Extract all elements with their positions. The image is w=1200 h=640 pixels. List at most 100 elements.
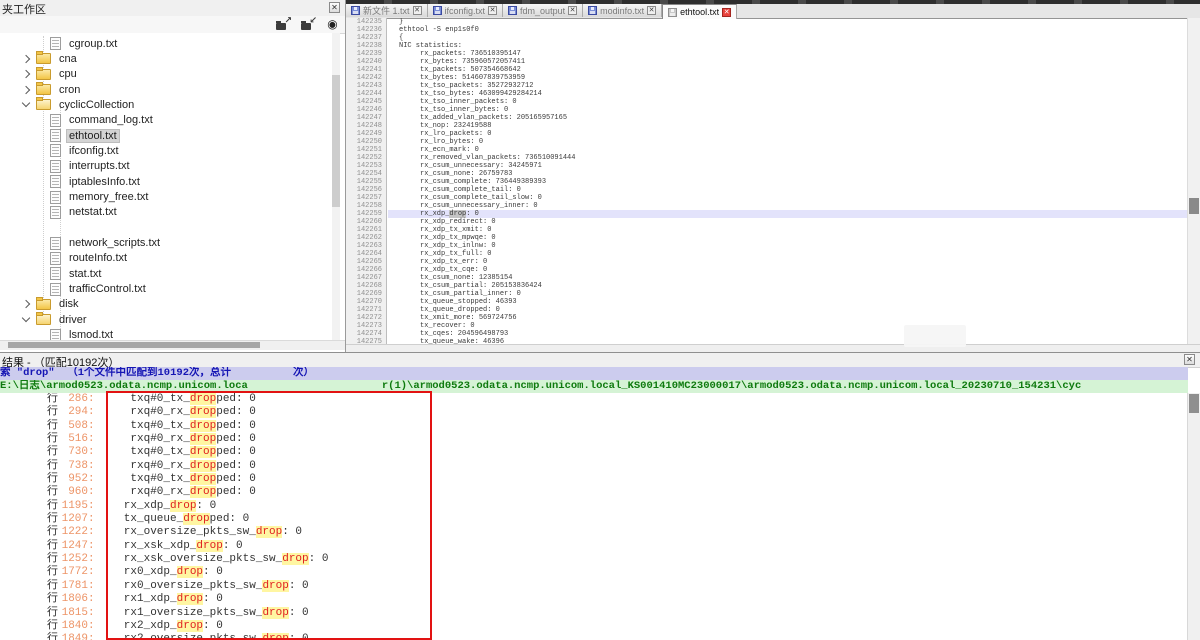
panel-splitter[interactable] [339,0,346,352]
editor-line[interactable]: rx_csum_complete_tail_slow: 0 [388,194,1188,202]
editor-line[interactable]: rx_csum_complete: 736449389393 [388,178,1188,186]
tab-close-icon[interactable]: ✕ [568,6,577,15]
tree-item-netstat-txt[interactable]: netstat.txt [0,205,120,220]
tree-item-cgroup-txt[interactable]: cgroup.txt [0,36,120,51]
editor-line[interactable]: tx_tso_bytes: 463099429284214 [388,90,1188,98]
result-row[interactable]: 行1247: rx_xsk_xdp_drop: 0 [0,540,1188,553]
editor-line[interactable]: tx_added_vlan_packets: 205165957165 [388,114,1188,122]
editor-line[interactable]: rx_removed_vlan_packets: 736510091444 [388,154,1188,162]
editor-line[interactable]: tx_tso_inner_packets: 0 [388,98,1188,106]
editor-line[interactable]: rx_xdp_tx_cqe: 0 [388,266,1188,274]
editor-line[interactable]: NIC statistics: [388,42,1188,50]
tab--1-txt[interactable]: 新文件 1.txt✕ [346,4,428,17]
result-row[interactable]: 行1222: rx_oversize_pkts_sw_drop: 0 [0,526,1188,539]
chevron-right-icon[interactable] [22,70,30,78]
editor-line[interactable]: rx_ecn_mark: 0 [388,146,1188,154]
editor-line[interactable]: tx_csum_none: 12385154 [388,274,1188,282]
code-area[interactable]: }ethtool -S enp1s0f0{NIC statistics: rx_… [388,18,1188,346]
editor-line[interactable]: rx_xdp_tx_err: 0 [388,258,1188,266]
result-row[interactable]: 行1772: rx0_xdp_drop: 0 [0,566,1188,579]
editor-line[interactable]: tx_bytes: 514607839753959 [388,74,1188,82]
editor[interactable]: 1422351422361422371422381422391422401422… [346,18,1188,346]
tree-item-network-scripts-txt[interactable]: network_scripts.txt [0,236,163,251]
tree-item-ifconfig-txt[interactable]: ifconfig.txt [0,143,122,158]
tree-item-interrupts-txt[interactable]: interrupts.txt [0,159,133,174]
editor-line[interactable]: tx_nop: 232419588 [388,122,1188,130]
editor-line[interactable]: tx_tso_packets: 35272932712 [388,82,1188,90]
editor-line[interactable]: rx_csum_unnecessary_inner: 0 [388,202,1188,210]
chevron-down-icon[interactable] [22,314,30,322]
tab-ethtool-txt[interactable]: ethtool.txt✕ [662,4,737,19]
editor-line[interactable]: rx_csum_none: 26759783 [388,170,1188,178]
chevron-right-icon[interactable] [22,55,30,63]
tree-item-ethtool-txt[interactable]: ethtool.txt [0,128,120,143]
editor-line[interactable]: tx_csum_partial_inner: 0 [388,290,1188,298]
scrollbar-thumb[interactable] [1189,394,1199,413]
result-row[interactable]: 行294: rxq#0_rx_dropped: 0 [0,406,1188,419]
tree-item-command-log-txt[interactable]: command_log.txt [0,113,156,128]
scrollbar-thumb[interactable] [8,342,260,348]
editor-line[interactable]: ethtool -S enp1s0f0 [388,26,1188,34]
tab-close-icon[interactable]: ✕ [722,8,731,17]
chevron-right-icon[interactable] [22,300,30,308]
editor-line[interactable]: rx_xdp_tx_mpwqe: 0 [388,234,1188,242]
result-row[interactable]: 行1207: tx_queue_dropped: 0 [0,513,1188,526]
editor-line[interactable]: { [388,34,1188,42]
result-row[interactable]: 行738: rxq#0_rx_dropped: 0 [0,460,1188,473]
editor-line[interactable]: rx_xdp_tx_full: 0 [388,250,1188,258]
result-row[interactable]: 行730: txq#0_tx_dropped: 0 [0,446,1188,459]
tree-item-trafficcontrol-txt[interactable]: trafficControl.txt [0,282,149,297]
editor-line[interactable]: tx_cqes: 204596498793 [388,330,1188,338]
result-row[interactable]: 行1840: rx2_xdp_drop: 0 [0,620,1188,633]
file-path-line[interactable]: E:\日志\armod0523.odata.ncmp.unicom.locar(… [0,380,1188,393]
result-row[interactable]: 行516: rxq#0_rx_dropped: 0 [0,433,1188,446]
result-row[interactable]: 行1815: rx1_oversize_pkts_sw_drop: 0 [0,607,1188,620]
results-scrollbar-vertical[interactable] [1187,393,1200,640]
editor-scrollbar-vertical[interactable] [1187,18,1200,345]
editor-line[interactable]: rx_packets: 736510395147 [388,50,1188,58]
editor-line[interactable]: rx_lro_bytes: 0 [388,138,1188,146]
result-row[interactable]: 行508: txq#0_tx_dropped: 0 [0,420,1188,433]
editor-line[interactable]: tx_packets: 507354668642 [388,66,1188,74]
editor-line[interactable]: rx_xdp_tx_xmit: 0 [388,226,1188,234]
tree-scrollbar-horizontal[interactable] [0,340,345,350]
editor-line[interactable]: rx_csum_complete_tail: 0 [388,186,1188,194]
scrollbar-thumb[interactable] [1189,198,1199,214]
editor-line[interactable]: tx_recover: 0 [388,322,1188,330]
editor-line[interactable]: rx_bytes: 735960572057411 [388,58,1188,66]
tree-item-disk[interactable]: disk [0,297,82,312]
editor-line[interactable]: rx_xdp_redirect: 0 [388,218,1188,226]
result-row[interactable]: 行1806: rx1_xdp_drop: 0 [0,593,1188,606]
editor-scrollbar-horizontal[interactable] [346,344,1200,352]
tree-item-memory-free-txt[interactable]: memory_free.txt [0,190,151,205]
editor-line[interactable]: tx_xmit_more: 569724756 [388,314,1188,322]
tree-item-routeinfo-txt[interactable]: routeInfo.txt [0,251,130,266]
editor-line[interactable]: rx_xdp_tx_inlnw: 0 [388,242,1188,250]
expand-all-icon[interactable]: ↗ [276,18,290,30]
tree-item-lsmod-txt[interactable]: lsmod.txt [0,328,116,341]
results-close-icon[interactable]: ✕ [1184,354,1195,365]
result-row[interactable]: 行1781: rx0_oversize_pkts_sw_drop: 0 [0,580,1188,593]
tree-item-cna[interactable]: cna [0,51,80,66]
tree-item-cycliccollection[interactable]: cyclicCollection [0,97,137,112]
locate-file-icon[interactable]: ◉ [326,18,339,30]
editor-line[interactable]: rx_lro_packets: 0 [388,130,1188,138]
chevron-down-icon[interactable] [22,99,30,107]
tab-modinfo-txt[interactable]: modinfo.txt✕ [583,4,662,17]
result-row[interactable]: 行286: txq#0_tx_dropped: 0 [0,393,1188,406]
result-row[interactable]: 行952: txq#0_tx_dropped: 0 [0,473,1188,486]
editor-line[interactable]: tx_queue_stopped: 46393 [388,298,1188,306]
tree-item-cron[interactable]: cron [0,82,83,97]
editor-line[interactable]: } [388,18,1188,26]
editor-line[interactable]: rx_csum_unnecessary: 34245971 [388,162,1188,170]
editor-line[interactable]: tx_tso_inner_bytes: 0 [388,106,1188,114]
tab-close-icon[interactable]: ✕ [488,6,497,15]
tree-item-driver[interactable]: driver [0,312,90,327]
editor-line[interactable]: tx_csum_partial: 205153836424 [388,282,1188,290]
collapse-all-icon[interactable]: ↙ [301,18,315,30]
tab-fdm-output[interactable]: fdm_output✕ [503,4,583,17]
tab-close-icon[interactable]: ✕ [413,6,422,15]
result-row[interactable]: 行1252: rx_xsk_oversize_pkts_sw_drop: 0 [0,553,1188,566]
tab-close-icon[interactable]: ✕ [647,6,656,15]
tree-item-cpu[interactable]: cpu [0,67,80,82]
